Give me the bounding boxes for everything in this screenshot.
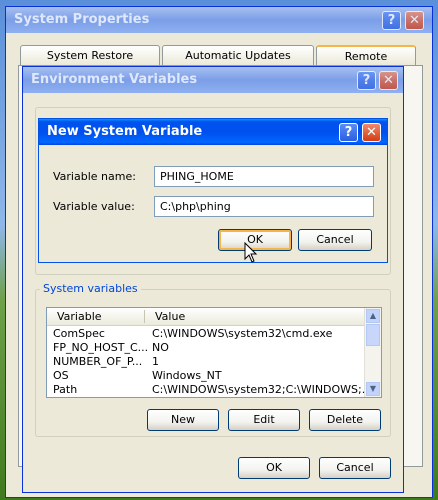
list-header: Variable Value: [47, 308, 365, 326]
table-row[interactable]: FP_NO_HOST_C... NO: [47, 341, 365, 355]
variable-value-label: Variable value:: [53, 200, 135, 213]
close-icon[interactable]: ✕: [362, 123, 381, 142]
new-system-variable-titlebar[interactable]: New System Variable: [39, 119, 387, 145]
help-icon[interactable]: ?: [357, 71, 376, 90]
close-icon[interactable]: ✕: [405, 11, 424, 30]
cancel-button[interactable]: Cancel: [319, 457, 391, 479]
new-button[interactable]: New: [147, 409, 219, 431]
system-variables-list[interactable]: Variable Value ComSpec C:\WINDOWS\system…: [46, 307, 382, 398]
column-divider: [144, 310, 145, 323]
tab-automatic-updates[interactable]: Automatic Updates: [162, 45, 314, 65]
row-variable: Path: [53, 383, 78, 396]
row-value: Windows_NT: [152, 369, 222, 382]
environment-variables-title: Environment Variables: [31, 72, 198, 87]
row-value: 1: [152, 355, 159, 368]
table-row[interactable]: OS Windows_NT: [47, 369, 365, 383]
system-properties-titlebar[interactable]: System Properties: [6, 7, 432, 33]
ok-button[interactable]: OK: [238, 457, 310, 479]
mouse-cursor-icon: [244, 242, 258, 263]
table-row[interactable]: NUMBER_OF_P... 1: [47, 355, 365, 369]
help-icon[interactable]: ?: [339, 123, 358, 142]
variable-name-label: Variable name:: [53, 170, 136, 183]
row-value: C:\WINDOWS\system32\cmd.exe: [152, 327, 333, 340]
cancel-button[interactable]: Cancel: [298, 229, 372, 251]
table-row[interactable]: Path C:\WINDOWS\system32;C:\WINDOWS;...: [47, 383, 372, 397]
tab-system-restore[interactable]: System Restore: [20, 45, 160, 65]
new-system-variable-title: New System Variable: [47, 124, 203, 139]
delete-button[interactable]: Delete: [309, 409, 381, 431]
row-variable: OS: [53, 369, 69, 382]
row-variable: FP_NO_HOST_C...: [53, 341, 149, 354]
close-icon[interactable]: ✕: [379, 71, 398, 90]
help-icon[interactable]: ?: [382, 11, 401, 30]
row-value: C:\WINDOWS\system32;C:\WINDOWS;...: [152, 383, 373, 396]
new-system-variable-dialog: New System Variable ? ✕ Variable name: P…: [38, 118, 388, 263]
edit-button[interactable]: Edit: [228, 409, 300, 431]
row-variable: ComSpec: [53, 327, 105, 340]
variable-name-input[interactable]: PHING_HOME: [154, 166, 374, 187]
variable-value-input[interactable]: C:\php\phing: [154, 196, 374, 217]
scroll-down-icon[interactable]: ▼: [366, 382, 380, 396]
scroll-up-icon[interactable]: ▲: [366, 309, 380, 323]
system-variables-label: System variables: [40, 282, 141, 295]
column-header-variable[interactable]: Variable: [57, 310, 102, 323]
system-variables-group: System variables Variable Value ComSpec …: [35, 282, 391, 437]
row-variable: NUMBER_OF_P...: [53, 355, 143, 368]
environment-variables-titlebar[interactable]: Environment Variables: [23, 67, 403, 93]
vertical-scrollbar[interactable]: ▲ ▼: [364, 308, 381, 397]
scroll-thumb[interactable]: [366, 324, 380, 346]
table-row[interactable]: ComSpec C:\WINDOWS\system32\cmd.exe: [47, 327, 365, 341]
list-rows: ComSpec C:\WINDOWS\system32\cmd.exe FP_N…: [47, 327, 372, 397]
column-header-value[interactable]: Value: [155, 310, 185, 323]
system-properties-title: System Properties: [14, 12, 150, 27]
tab-remote[interactable]: Remote: [316, 45, 416, 65]
row-value: NO: [152, 341, 169, 354]
